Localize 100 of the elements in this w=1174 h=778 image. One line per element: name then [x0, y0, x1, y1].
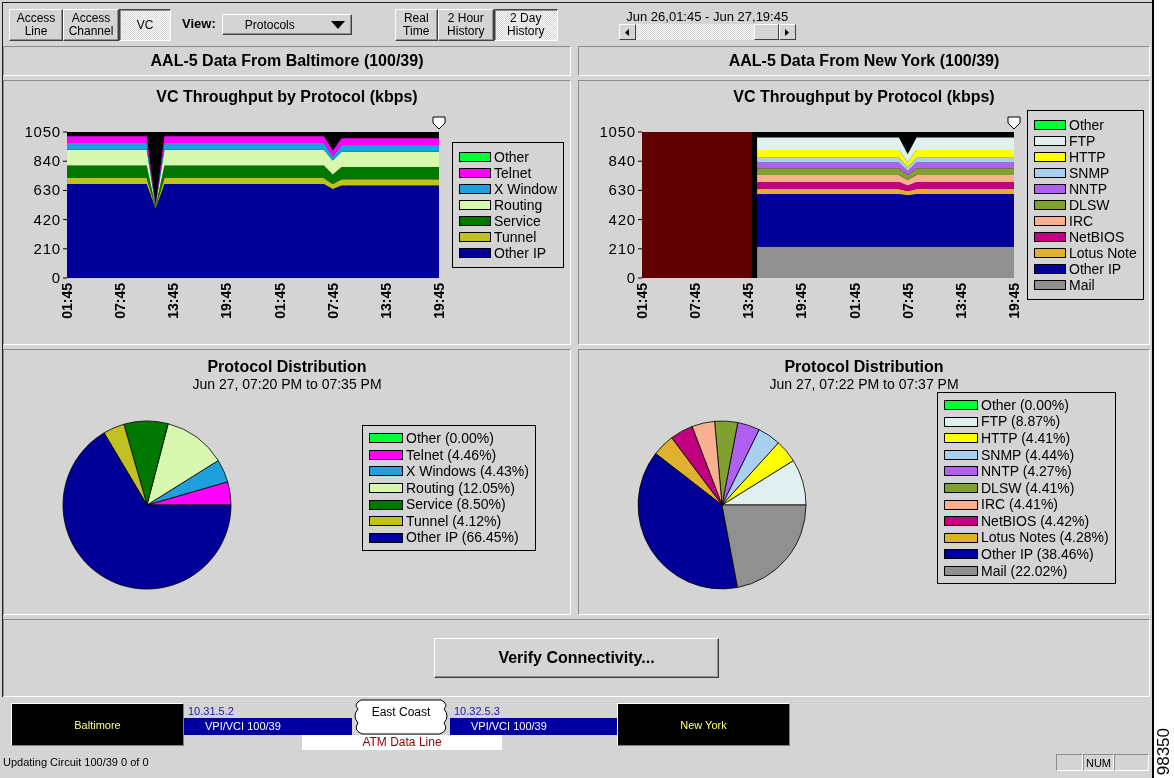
history-tab[interactable]: 2 Hour History: [437, 9, 494, 41]
chart-title: VC Throughput by Protocol (kbps): [156, 88, 418, 105]
y-axis-label: 210: [608, 239, 636, 257]
figure-number: 98350: [1155, 727, 1173, 775]
legend-label: Other: [494, 149, 529, 165]
connection-bar: VPI/VCI 100/39: [184, 718, 352, 735]
link-caption: ATM Data Line: [362, 735, 442, 749]
legend-label: NetBIOS (4.42%): [981, 512, 1090, 530]
legend-label: NNTP (4.27%): [981, 463, 1072, 480]
y-axis-label: 420: [33, 210, 61, 228]
view-tab[interactable]: Access Line: [9, 9, 63, 41]
legend-label: Service (8.50%): [406, 496, 506, 513]
marker-icon: [432, 116, 446, 130]
x-axis-label: 13:45: [952, 283, 969, 319]
y-axis-label: 840: [33, 152, 61, 170]
scrollbar-thumb[interactable]: [753, 24, 779, 40]
history-tab[interactable]: 2 Day History: [493, 9, 558, 41]
x-axis-label: 01:45: [846, 283, 863, 319]
status-panel: [1114, 754, 1149, 771]
site-node: Baltimore: [11, 703, 184, 746]
marker-icon: [1007, 116, 1021, 130]
x-axis-label: 01:45: [271, 283, 288, 319]
caret-icon: [330, 20, 345, 29]
x-axis-label: 19:45: [793, 283, 810, 319]
history-tab[interactable]: Real Time: [394, 9, 438, 41]
site-node: New York: [617, 703, 790, 746]
cloud-label: East Coast: [371, 705, 431, 719]
y-axis-label: 0: [51, 269, 61, 286]
scroll-left-button[interactable]: [618, 24, 636, 40]
ip-address: 10.31.5.2: [187, 704, 234, 718]
legend-label: FTP (8.87%): [981, 413, 1061, 430]
ip-address: 10.32.5.3: [453, 704, 500, 718]
y-axis-label: 630: [608, 181, 636, 199]
legend-label: Other IP (38.46%): [981, 546, 1094, 563]
view-label: View:: [182, 15, 216, 33]
y-axis-label: 840: [608, 152, 636, 170]
y-axis-label: 1050: [24, 123, 61, 140]
right-arrow-icon: [785, 28, 790, 36]
y-axis-label: 1050: [599, 123, 636, 140]
x-axis-label: 13:45: [377, 283, 394, 319]
legend-label: Mail: [1069, 277, 1095, 293]
legend-label: Routing: [494, 197, 543, 213]
legend-label: Other IP: [494, 245, 547, 261]
legend-label: Lotus Notes (4.28%): [981, 529, 1109, 547]
x-axis-label: 07:45: [687, 283, 704, 319]
y-axis-label: 630: [33, 181, 61, 199]
x-axis-label: 19:45: [431, 283, 447, 319]
legend-label: Routing (12.05%): [406, 479, 515, 497]
legend-label: Lotus Note: [1069, 245, 1137, 261]
legend-label: IRC: [1069, 213, 1094, 229]
legend-label: Telnet (4.46%): [406, 446, 497, 464]
panel-title: AAL-5 Data From Baltimore (100/39): [150, 52, 424, 70]
x-axis-label: 19:45: [1006, 283, 1022, 319]
view-dropdown[interactable]: Protocols: [221, 14, 352, 35]
legend-label: DLSW (4.41%): [981, 479, 1075, 497]
legend-label: X Windows (4.43%): [406, 463, 529, 480]
legend-label: HTTP (4.41%): [981, 429, 1071, 447]
legend-label: Other (0.00%): [406, 429, 494, 447]
chart-title: VC Throughput by Protocol (kbps): [733, 88, 995, 105]
connection-bar: VPI/VCI 100/39: [450, 718, 617, 735]
legend-label: Other IP (66.45%): [406, 529, 519, 547]
status-panel: [1056, 754, 1083, 771]
legend-label: NNTP: [1069, 181, 1108, 197]
legend-label: Service: [494, 213, 541, 229]
left-arrow-icon: [625, 28, 630, 36]
legend-label: Other (0.00%): [981, 396, 1069, 414]
panel-title: AAL-5 Data From New York (100/39): [728, 52, 1000, 70]
chart-title: Protocol Distribution: [784, 358, 944, 375]
legend-label: NetBIOS: [1069, 229, 1125, 245]
x-axis-label: 01:45: [59, 283, 75, 319]
status-message: Updating Circuit 100/39 0 of 0: [3, 755, 150, 770]
legend-label: Telnet: [494, 165, 532, 181]
y-axis-label: 420: [608, 210, 636, 228]
x-axis-label: 19:45: [218, 283, 235, 319]
x-axis-label: 07:45: [324, 283, 341, 319]
legend-label: FTP: [1069, 133, 1096, 149]
x-axis-label: 13:45: [740, 283, 757, 319]
x-axis-label: 07:45: [112, 283, 129, 319]
legend-label: SNMP (4.44%): [981, 446, 1075, 464]
legend-label: X Window: [494, 181, 558, 197]
x-axis-label: 13:45: [165, 283, 182, 319]
legend-label: Other: [1069, 117, 1104, 133]
legend-label: HTTP: [1069, 149, 1106, 165]
time-range-label: Jun 26,01:45 - Jun 27,19:45: [626, 9, 789, 24]
legend-label: SNMP: [1069, 165, 1110, 181]
y-axis-label: 0: [626, 269, 636, 286]
status-indicator: NUM: [1083, 754, 1114, 771]
legend-label: Mail (22.02%): [981, 562, 1068, 580]
legend-label: Other IP: [1069, 261, 1122, 277]
view-tab[interactable]: VC: [119, 9, 171, 41]
y-axis-label: 210: [33, 239, 61, 257]
x-axis-label: 07:45: [899, 283, 916, 319]
chart-title: Protocol Distribution: [207, 358, 367, 375]
verify-connectivity-button[interactable]: Verify Connectivity...: [434, 638, 719, 678]
legend-label: Tunnel: [494, 229, 537, 245]
chart-subtitle: Jun 27, 07:20 PM to 07:35 PM: [192, 376, 382, 392]
view-tab[interactable]: Access Channel: [63, 9, 119, 41]
legend-label: IRC (4.41%): [981, 496, 1059, 513]
chart-subtitle: Jun 27, 07:22 PM to 07:37 PM: [769, 376, 959, 392]
legend-label: DLSW: [1069, 197, 1110, 213]
